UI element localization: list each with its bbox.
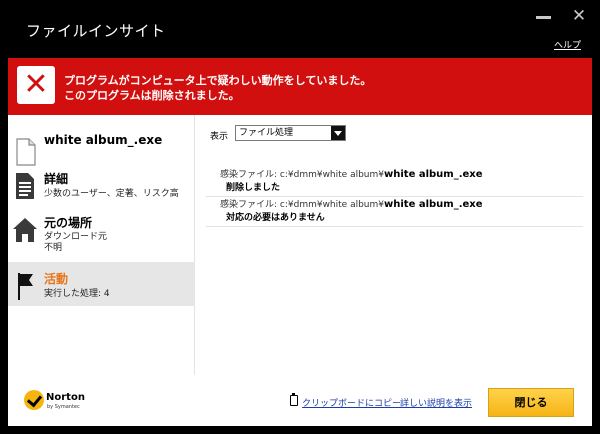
norton-logo: Norton by Symantec (24, 388, 85, 416)
clipboard-icon (290, 393, 298, 406)
sidebar: white album_.exe 詳細 少数のユーザー、定著、リスク高 元の場所 (8, 115, 195, 375)
alert-banner: ✕ プログラムがコンピュータ上で疑わしい動作をしていました。 このプログラムは削… (8, 58, 592, 115)
row-path: 感染ファイル: c:¥dmm¥white album¥white album_.… (220, 199, 483, 210)
sidebar-item-file[interactable]: white album_.exe (8, 123, 195, 166)
row-status: 対応の必要はありません (226, 213, 325, 223)
chevron-down-icon[interactable] (331, 126, 345, 140)
file-name: white album_.exe (44, 133, 163, 147)
flag-icon (18, 273, 33, 300)
show-details-link[interactable]: 詳しい説明を表示 (400, 396, 472, 409)
view-select[interactable]: ファイル処理 (235, 125, 346, 141)
activity-row: 感染ファイル: c:¥dmm¥white album¥white album_.… (206, 167, 583, 197)
copy-to-clipboard-link[interactable]: クリップボードにコピー (290, 393, 402, 409)
title-bar: ファイルインサイト ✕ ヘルプ (0, 0, 600, 55)
brand-subtitle: by Symantec (47, 404, 80, 410)
document-icon (16, 138, 36, 166)
alert-message-line1: プログラムがコンピュータ上で疑わしい動作をしていました。 (64, 74, 372, 87)
norton-check-icon (24, 390, 44, 410)
file-insight-window: ファイルインサイト ✕ ヘルプ ✕ プログラムがコンピュータ上で疑わしい動作をし… (0, 0, 600, 434)
activity-subtitle: 実行した処理: 4 (44, 289, 110, 299)
details-document-icon (16, 173, 34, 199)
activity-row: 感染ファイル: c:¥dmm¥white album¥white album_.… (206, 197, 583, 227)
activity-title: 活動 (44, 272, 69, 286)
sidebar-item-details[interactable]: 詳細 少数のユーザー、定著、リスク高 (8, 165, 195, 209)
help-link[interactable]: ヘルプ (554, 38, 581, 51)
minimize-button[interactable] (535, 12, 553, 24)
details-title: 詳細 (44, 172, 69, 186)
close-button[interactable]: 閉じる (488, 388, 574, 417)
origin-download-value: 不明 (44, 243, 63, 253)
window-title: ファイルインサイト (26, 22, 166, 40)
row-path: 感染ファイル: c:¥dmm¥white album¥white album_.… (220, 169, 483, 180)
activity-panel: 表示 ファイル処理 感染ファイル: c:¥dmm¥white album¥whi… (196, 115, 592, 375)
error-icon: ✕ (17, 66, 55, 104)
sidebar-item-activity[interactable]: 活動 実行した処理: 4 (8, 262, 195, 306)
row-status: 削除しました (226, 183, 281, 193)
view-select-value: ファイル処理 (239, 128, 294, 138)
home-icon (13, 218, 37, 242)
clipboard-label: クリップボードにコピー (302, 399, 402, 409)
details-subtitle: 少数のユーザー、定著、リスク高 (44, 189, 179, 199)
brand-name: Norton (46, 392, 85, 403)
footer: Norton by Symantec クリップボードにコピー 詳しい説明を表示 … (8, 375, 592, 426)
content-area: white album_.exe 詳細 少数のユーザー、定著、リスク高 元の場所 (8, 115, 592, 375)
close-window-button[interactable]: ✕ (570, 7, 588, 25)
alert-message-line2: このプログラムは削除されました。 (64, 89, 240, 102)
view-label: 表示 (210, 132, 229, 142)
sidebar-item-origin[interactable]: 元の場所 ダウンロード元 不明 (8, 211, 195, 261)
